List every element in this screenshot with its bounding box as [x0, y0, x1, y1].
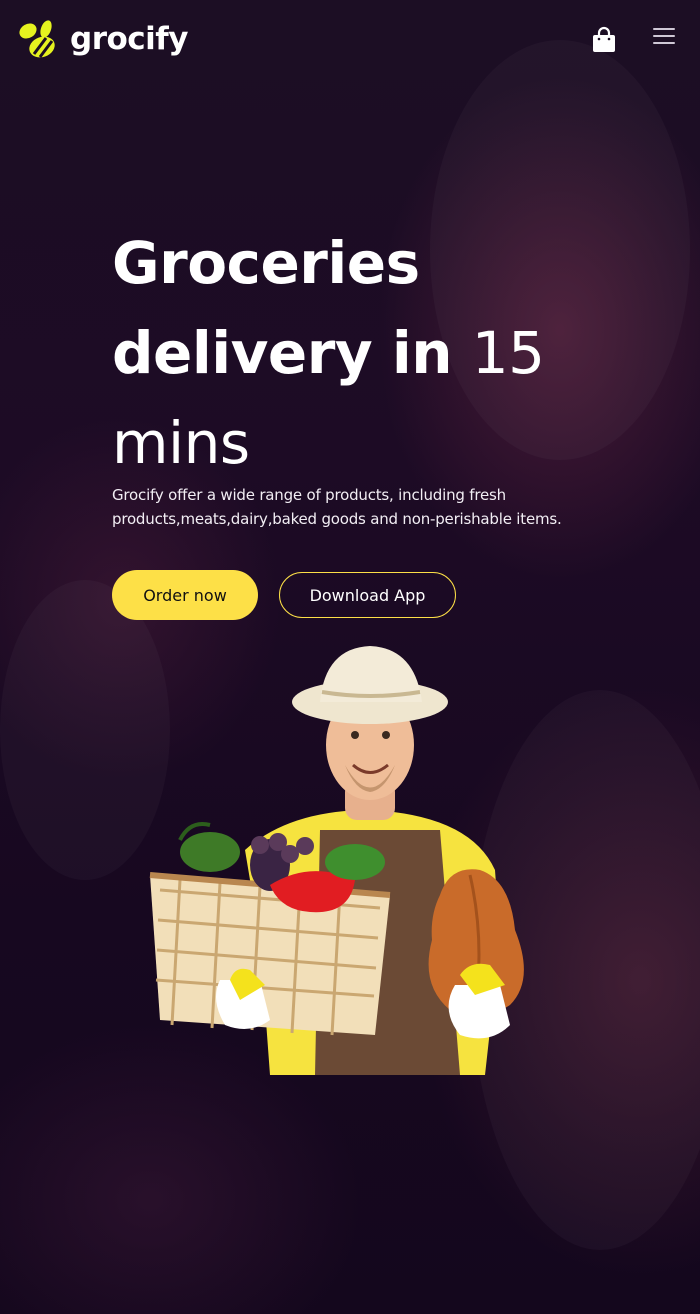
download-app-button[interactable]: Download App [279, 572, 456, 618]
grocer-with-vegetables-image [149, 646, 524, 1075]
hero-description: Grocify offer a wide range of products, … [112, 486, 562, 528]
hamburger-menu-icon [653, 28, 675, 44]
menu-button[interactable] [652, 26, 676, 46]
hero-title: Groceries delivery in 15 mins [112, 218, 632, 488]
site-header: grocify [0, 0, 700, 80]
cart-button[interactable] [591, 26, 617, 54]
bee-logo-icon [19, 20, 55, 58]
hero-title-line2-bold: delivery in [112, 319, 453, 387]
brand-logo[interactable]: grocify [16, 18, 188, 60]
brand-name: grocify [70, 20, 188, 57]
hero-title-line2-light: 15 [471, 319, 545, 387]
order-now-button[interactable]: Order now [112, 570, 258, 620]
hero-title-line1: Groceries [112, 229, 420, 297]
hero-title-line3: mins [112, 409, 250, 477]
shopping-bag-icon [593, 26, 615, 52]
